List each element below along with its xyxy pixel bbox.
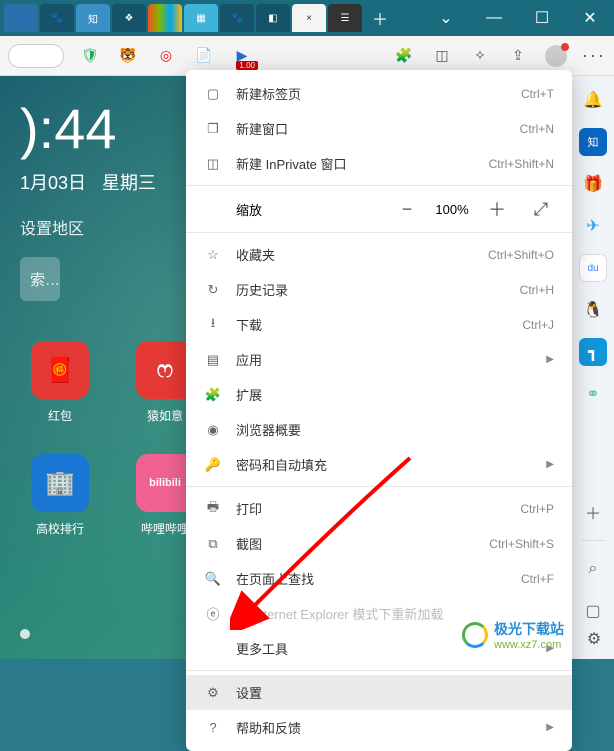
menu-help[interactable]: ? 帮助和反馈 ▶ [186, 710, 572, 745]
print-icon: 🖶 [204, 500, 222, 518]
key-icon: 🔑 [204, 456, 222, 474]
menu-passwords[interactable]: 🔑 密码和自动填充 ▶ [186, 447, 572, 482]
apps-icon: ▤ [204, 351, 222, 369]
close-button[interactable]: ✕ [570, 3, 610, 33]
bell-icon[interactable]: 🔔 [579, 86, 607, 114]
tab[interactable]: ❖ [112, 4, 146, 32]
zoom-in-button[interactable]: ＋ [484, 196, 510, 222]
chevron-right-icon: ▶ [546, 354, 554, 365]
qq-icon[interactable]: 🐧 [579, 296, 607, 324]
chevron-right-icon: ▶ [546, 459, 554, 470]
chevron-right-icon: ▶ [546, 722, 554, 733]
tile-hongbao[interactable]: 🧧红包 [20, 341, 100, 424]
watermark-logo [462, 622, 488, 648]
menu-extensions[interactable]: 🧩 扩展 [186, 377, 572, 412]
download-icon: ⭳ [204, 316, 222, 334]
tile-gaoxiao[interactable]: 🏢高校排行 [20, 454, 100, 537]
menu-downloads[interactable]: ⭳ 下载 Ctrl+J [186, 307, 572, 342]
puzzle-icon: 🧩 [204, 386, 222, 404]
menu-new-window[interactable]: ❐ 新建窗口 Ctrl+N [186, 111, 572, 146]
menu-print[interactable]: 🖶 打印 Ctrl+P [186, 491, 572, 526]
history-icon: ↻ [204, 281, 222, 299]
star-icon: ☆ [204, 246, 222, 264]
tab[interactable]: 🐾 [40, 4, 74, 32]
tab[interactable]: 知 [76, 4, 110, 32]
menu-settings[interactable]: ⚙ 设置 [186, 675, 572, 710]
titlebar: 🐾 🐾 知 ❖ ▦ 🐾 ◧ × ☰ ＋ ⌄ ― ☐ ✕ [0, 0, 614, 36]
baidu-icon[interactable]: du [579, 254, 607, 282]
tab[interactable]: ☰ [328, 4, 362, 32]
menu-inprivate[interactable]: ◫ 新建 InPrivate 窗口 Ctrl+Shift+N [186, 146, 572, 181]
sidebar-gear-icon[interactable]: ⚙ [580, 625, 608, 653]
window-controls: ⌄ ― ☐ ✕ [426, 3, 610, 33]
new-tab-icon: ▢ [204, 85, 222, 103]
ie-icon: ⓔ [204, 605, 222, 623]
screenshot-icon: ⧉ [204, 535, 222, 553]
home-icon[interactable] [8, 44, 64, 68]
search-input[interactable]: 索… [20, 257, 60, 301]
menu-zoom: 缩放 − 100% ＋ ⤢ [186, 190, 572, 228]
tab[interactable]: 🐾 [220, 4, 254, 32]
essentials-icon: ◉ [204, 421, 222, 439]
device-icon[interactable]: ▢ [579, 597, 607, 625]
profile-avatar[interactable] [544, 44, 568, 68]
shield-icon[interactable]: 🛡 [78, 44, 102, 68]
fullscreen-icon[interactable]: ⤢ [528, 196, 554, 222]
new-window-icon: ❐ [204, 120, 222, 138]
menu-screenshot[interactable]: ⧉ 截图 Ctrl+Shift+S [186, 526, 572, 561]
new-tab-button[interactable]: ＋ [364, 6, 396, 30]
tab[interactable] [148, 4, 182, 32]
favorites-icon[interactable]: ✧ [468, 44, 492, 68]
watermark-url: www.xz7.com [494, 639, 564, 651]
menu-favorites[interactable]: ☆ 收藏夹 Ctrl+Shift+O [186, 237, 572, 272]
badge: 1.00 [236, 61, 258, 70]
tab-strip: 🐾 🐾 知 ❖ ▦ 🐾 ◧ × ☰ ＋ [4, 4, 426, 32]
telegram-icon[interactable]: ✈ [579, 212, 607, 240]
sidebar: 🔔 知 🎁 ✈ du 🐧 ┓ ⚭ ＋ ⌕ ▢ [572, 76, 614, 659]
menu-new-tab[interactable]: ▢ 新建标签页 Ctrl+T [186, 76, 572, 111]
tab[interactable]: ▦ [184, 4, 218, 32]
date-text: 1月03日 [20, 169, 86, 195]
chat-icon[interactable]: ⌕ [579, 555, 607, 583]
app-icon[interactable]: ┓ [579, 338, 607, 366]
menu-history[interactable]: ↻ 历史记录 Ctrl+H [186, 272, 572, 307]
doc-icon[interactable]: 📄 [192, 44, 216, 68]
menu-find[interactable]: 🔍 在页面上查找 Ctrl+F [186, 561, 572, 596]
tab-overview-icon[interactable]: ⌄ [426, 3, 466, 33]
link-icon[interactable]: ⚭ [579, 380, 607, 408]
tiger-icon[interactable]: 🐯 [116, 44, 140, 68]
menu-apps[interactable]: ▤ 应用 ▶ [186, 342, 572, 377]
zoom-out-button[interactable]: − [394, 196, 420, 222]
video-icon[interactable]: ▶1.00 [230, 44, 254, 68]
tab-active[interactable]: × [292, 4, 326, 32]
extensions-icon[interactable]: 🧩 [392, 44, 416, 68]
find-icon: 🔍 [204, 570, 222, 588]
split-icon[interactable]: ◫ [430, 44, 454, 68]
zoom-value: 100% [430, 202, 474, 217]
minimize-button[interactable]: ― [474, 3, 514, 33]
help-icon: ? [204, 719, 222, 737]
menu-button[interactable]: ··· [582, 44, 606, 68]
watermark-title: 极光下载站 [494, 619, 564, 639]
zhihu-icon[interactable]: 知 [579, 128, 607, 156]
watermark: 极光下载站 www.xz7.com [462, 619, 564, 651]
add-icon[interactable]: ＋ [579, 498, 607, 526]
tab[interactable]: 🐾 [4, 4, 38, 32]
share-icon[interactable]: ⇪ [506, 44, 530, 68]
inprivate-icon: ◫ [204, 155, 222, 173]
tab[interactable]: ◧ [256, 4, 290, 32]
target-icon[interactable]: ◎ [154, 44, 178, 68]
menu-essentials[interactable]: ◉ 浏览器概要 [186, 412, 572, 447]
weekday-text: 星期三 [102, 169, 156, 195]
maximize-button[interactable]: ☐ [522, 3, 562, 33]
gift-icon[interactable]: 🎁 [579, 170, 607, 198]
gear-icon: ⚙ [204, 684, 222, 702]
page-indicator [20, 629, 30, 639]
